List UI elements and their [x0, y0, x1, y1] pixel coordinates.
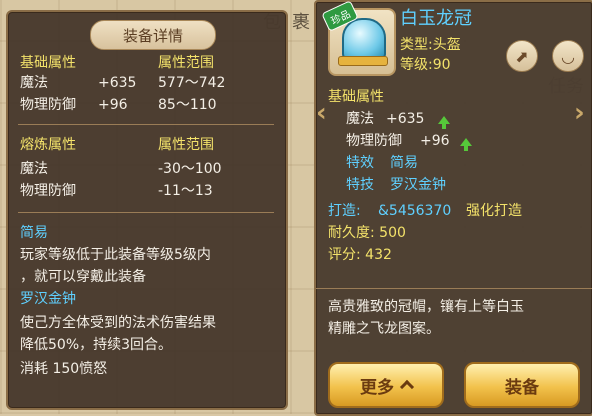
divider: [18, 124, 274, 125]
attr-name: 物理防御: [346, 133, 402, 149]
share-icon: ⬈: [515, 46, 529, 66]
upgrade-arrow-icon: [460, 138, 472, 151]
background-text-2: 裹: [292, 12, 310, 33]
upgrade-arrow-icon: [438, 116, 450, 129]
prev-item-arrow-icon[interactable]: ‹: [316, 98, 327, 128]
skill-cost: 消耗 150愤怒: [20, 361, 108, 377]
more-button-label: 更多: [360, 377, 394, 398]
description-line2: 精雕之飞龙图案。: [328, 321, 440, 337]
skill-description-line2: 降低50%，持续3回合。: [20, 337, 173, 353]
basic-attr-value: +635: [98, 75, 137, 91]
item-type: 类型:头盔: [400, 37, 461, 53]
skill-label: 特技: [346, 177, 374, 193]
helmet-icon: [342, 18, 386, 60]
smelt-range-header: 属性范围: [158, 137, 214, 153]
panel-title: 装备详情: [90, 20, 216, 50]
share-button[interactable]: ⬈: [506, 40, 538, 72]
basic-range-header: 属性范围: [158, 55, 214, 71]
forge-label: 打造:: [328, 203, 361, 219]
item-level: 等级:90: [400, 57, 451, 73]
chevron-up-icon: [399, 379, 415, 395]
helmet-band: [338, 56, 388, 66]
item-info-panel: 珍品 白玉龙冠 类型:头盔 等级:90 ⬈ ◡ 基础属性 魔法 +635 物理防…: [314, 0, 592, 416]
skill-description-line1: 使己方全体受到的法术伤害结果: [20, 315, 216, 331]
item-description: 高贵雅致的冠帽，镶有上等白玉 精雕之飞龙图案。: [318, 292, 588, 350]
equipment-detail-panel: 装备详情 基础属性 属性范围 魔法 +635 577～742 物理防御 +96 …: [6, 10, 288, 410]
attr-value: +96: [420, 133, 450, 149]
smelt-attr-range: -30～100: [158, 161, 222, 177]
basic-attr-name: 物理防御: [20, 97, 76, 113]
equip-button[interactable]: 装备: [464, 362, 580, 408]
effect-value: 简易: [390, 155, 418, 171]
eye-icon: ◡: [561, 46, 575, 66]
divider: [316, 288, 592, 289]
effect-label: 特效: [346, 155, 374, 171]
item-icon-slot[interactable]: 珍品: [321, 0, 396, 76]
smelt-attr-header: 熔炼属性: [20, 137, 76, 153]
enhance-forge-link[interactable]: 强化打造: [466, 202, 522, 220]
item-name: 白玉龙冠: [400, 8, 472, 29]
divider: [18, 212, 274, 213]
equip-button-label: 装备: [505, 377, 539, 398]
durability: 耐久度: 500: [328, 225, 406, 241]
smelt-attr-name: 魔法: [20, 161, 48, 177]
more-button[interactable]: 更多: [328, 362, 444, 408]
smelt-attr-name: 物理防御: [20, 183, 76, 199]
score: 评分: 432: [328, 247, 392, 263]
smelt-attr-range: -11～13: [158, 183, 213, 199]
effect-description-line2: ，就可以穿戴此装备: [20, 269, 146, 285]
basic-attr-name: 魔法: [20, 75, 48, 91]
basic-attr-value: +96: [98, 97, 128, 113]
basic-attr-header: 基础属性: [328, 89, 384, 105]
effect-description-line1: 玩家等级低于此装备等级5级内: [20, 247, 211, 263]
basic-attr-range: 577～742: [158, 75, 226, 91]
attr-name: 魔法: [346, 111, 374, 127]
basic-attr-range: 85～110: [158, 97, 217, 113]
effect-title: 简易: [20, 225, 48, 241]
next-item-arrow-icon[interactable]: ›: [574, 98, 585, 128]
preview-button[interactable]: ◡: [552, 40, 584, 72]
description-line1: 高贵雅致的冠帽，镶有上等白玉: [328, 299, 524, 315]
forge-value: &5456370: [378, 203, 452, 219]
skill-value: 罗汉金钟: [390, 177, 446, 193]
basic-attr-header: 基础属性: [20, 55, 76, 71]
attr-value: +635: [386, 111, 425, 127]
skill-title: 罗汉金钟: [20, 291, 76, 307]
